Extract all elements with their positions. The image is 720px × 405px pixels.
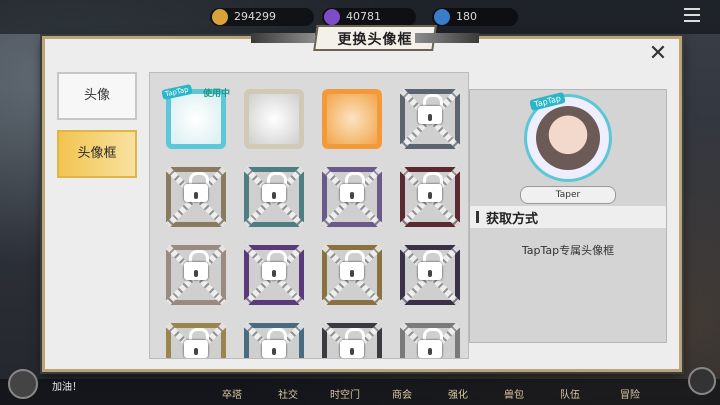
energy-value: 180 [456,10,477,23]
gem-counter[interactable]: 40781 [322,8,416,26]
frame-cell[interactable] [399,244,461,306]
lock-icon [418,328,443,358]
title-ornament [251,33,315,43]
frame-cell[interactable]: TapTap 使用中 [161,84,230,149]
lock-icon [262,250,287,280]
nav-item[interactable]: 冒险 [620,386,640,401]
lock-icon [184,250,209,280]
avatar [536,106,600,170]
frame-cell[interactable] [244,89,304,149]
avatar-frame-dialog: 更换头像框 ✕ 头像 头像框 TapTap 使用中 TapTap Taper 获取… [42,25,682,372]
frame-grid: TapTap 使用中 [149,72,469,359]
frame-cell[interactable] [243,244,305,306]
frame-cell[interactable] [243,322,305,358]
chat-message[interactable]: 加油！ [52,378,82,393]
acquire-title: 获取方式 [486,212,539,227]
frame-cell[interactable] [165,244,227,306]
frame-cell[interactable] [399,322,461,358]
lock-icon [184,328,209,358]
dialog-title: 更换头像框 [337,32,413,48]
arrow-right-icon[interactable] [688,367,716,395]
menu-icon[interactable] [684,8,700,22]
bottom-nav: 加油！ 卒塔 社交 时空门 商会 强化 兽包 队伍 冒险 [0,367,720,405]
energy-icon [434,9,450,25]
nav-item[interactable]: 商会 [392,386,412,401]
frame-preview: TapTap [524,91,612,182]
lock-icon [262,328,287,358]
frame-border [244,89,304,149]
tab-avatar-frame[interactable]: 头像框 [57,130,137,178]
coin-counter[interactable]: 294299 [210,8,314,26]
frame-cell[interactable] [165,166,227,228]
player-name: Taper [520,186,616,204]
lock-icon [418,250,443,280]
lock-icon [340,172,365,202]
frame-info-panel: TapTap Taper 获取方式 TapTap专属头像框 [469,89,667,343]
nav-item[interactable]: 卒塔 [222,386,242,401]
frame-cell[interactable] [322,89,382,149]
lock-icon [418,94,443,124]
frame-cell[interactable] [399,166,461,228]
frame-cell[interactable] [321,244,383,306]
acquire-description: TapTap专属头像框 [521,244,615,257]
frame-cell[interactable] [399,88,461,150]
frame-cell[interactable] [243,166,305,228]
frame-cell[interactable] [165,322,227,358]
acquire-header: 获取方式 [470,206,666,228]
coin-value: 294299 [234,10,276,23]
in-use-badge: 使用中 [202,89,230,99]
energy-counter[interactable]: 180 [432,8,518,26]
chat-icon[interactable] [8,369,38,399]
header-bar [476,211,479,223]
nav-item[interactable]: 队伍 [560,386,580,401]
nav-item[interactable]: 社交 [278,386,298,401]
gem-value: 40781 [346,10,381,23]
frame-cell[interactable] [321,166,383,228]
frame-cell[interactable] [321,322,383,358]
lock-icon [418,172,443,202]
coin-icon [212,9,228,25]
frame-border [322,89,382,149]
nav-item[interactable]: 时空门 [330,386,360,401]
gem-icon [324,9,340,25]
dialog-titlebar: 更换头像框 [251,25,479,59]
lock-icon [184,172,209,202]
lock-icon [340,250,365,280]
lock-icon [262,172,287,202]
tab-avatar[interactable]: 头像 [57,72,137,120]
nav-item[interactable]: 强化 [448,386,468,401]
nav-item[interactable]: 兽包 [504,386,524,401]
lock-icon [340,328,365,358]
close-icon[interactable]: ✕ [645,43,671,65]
